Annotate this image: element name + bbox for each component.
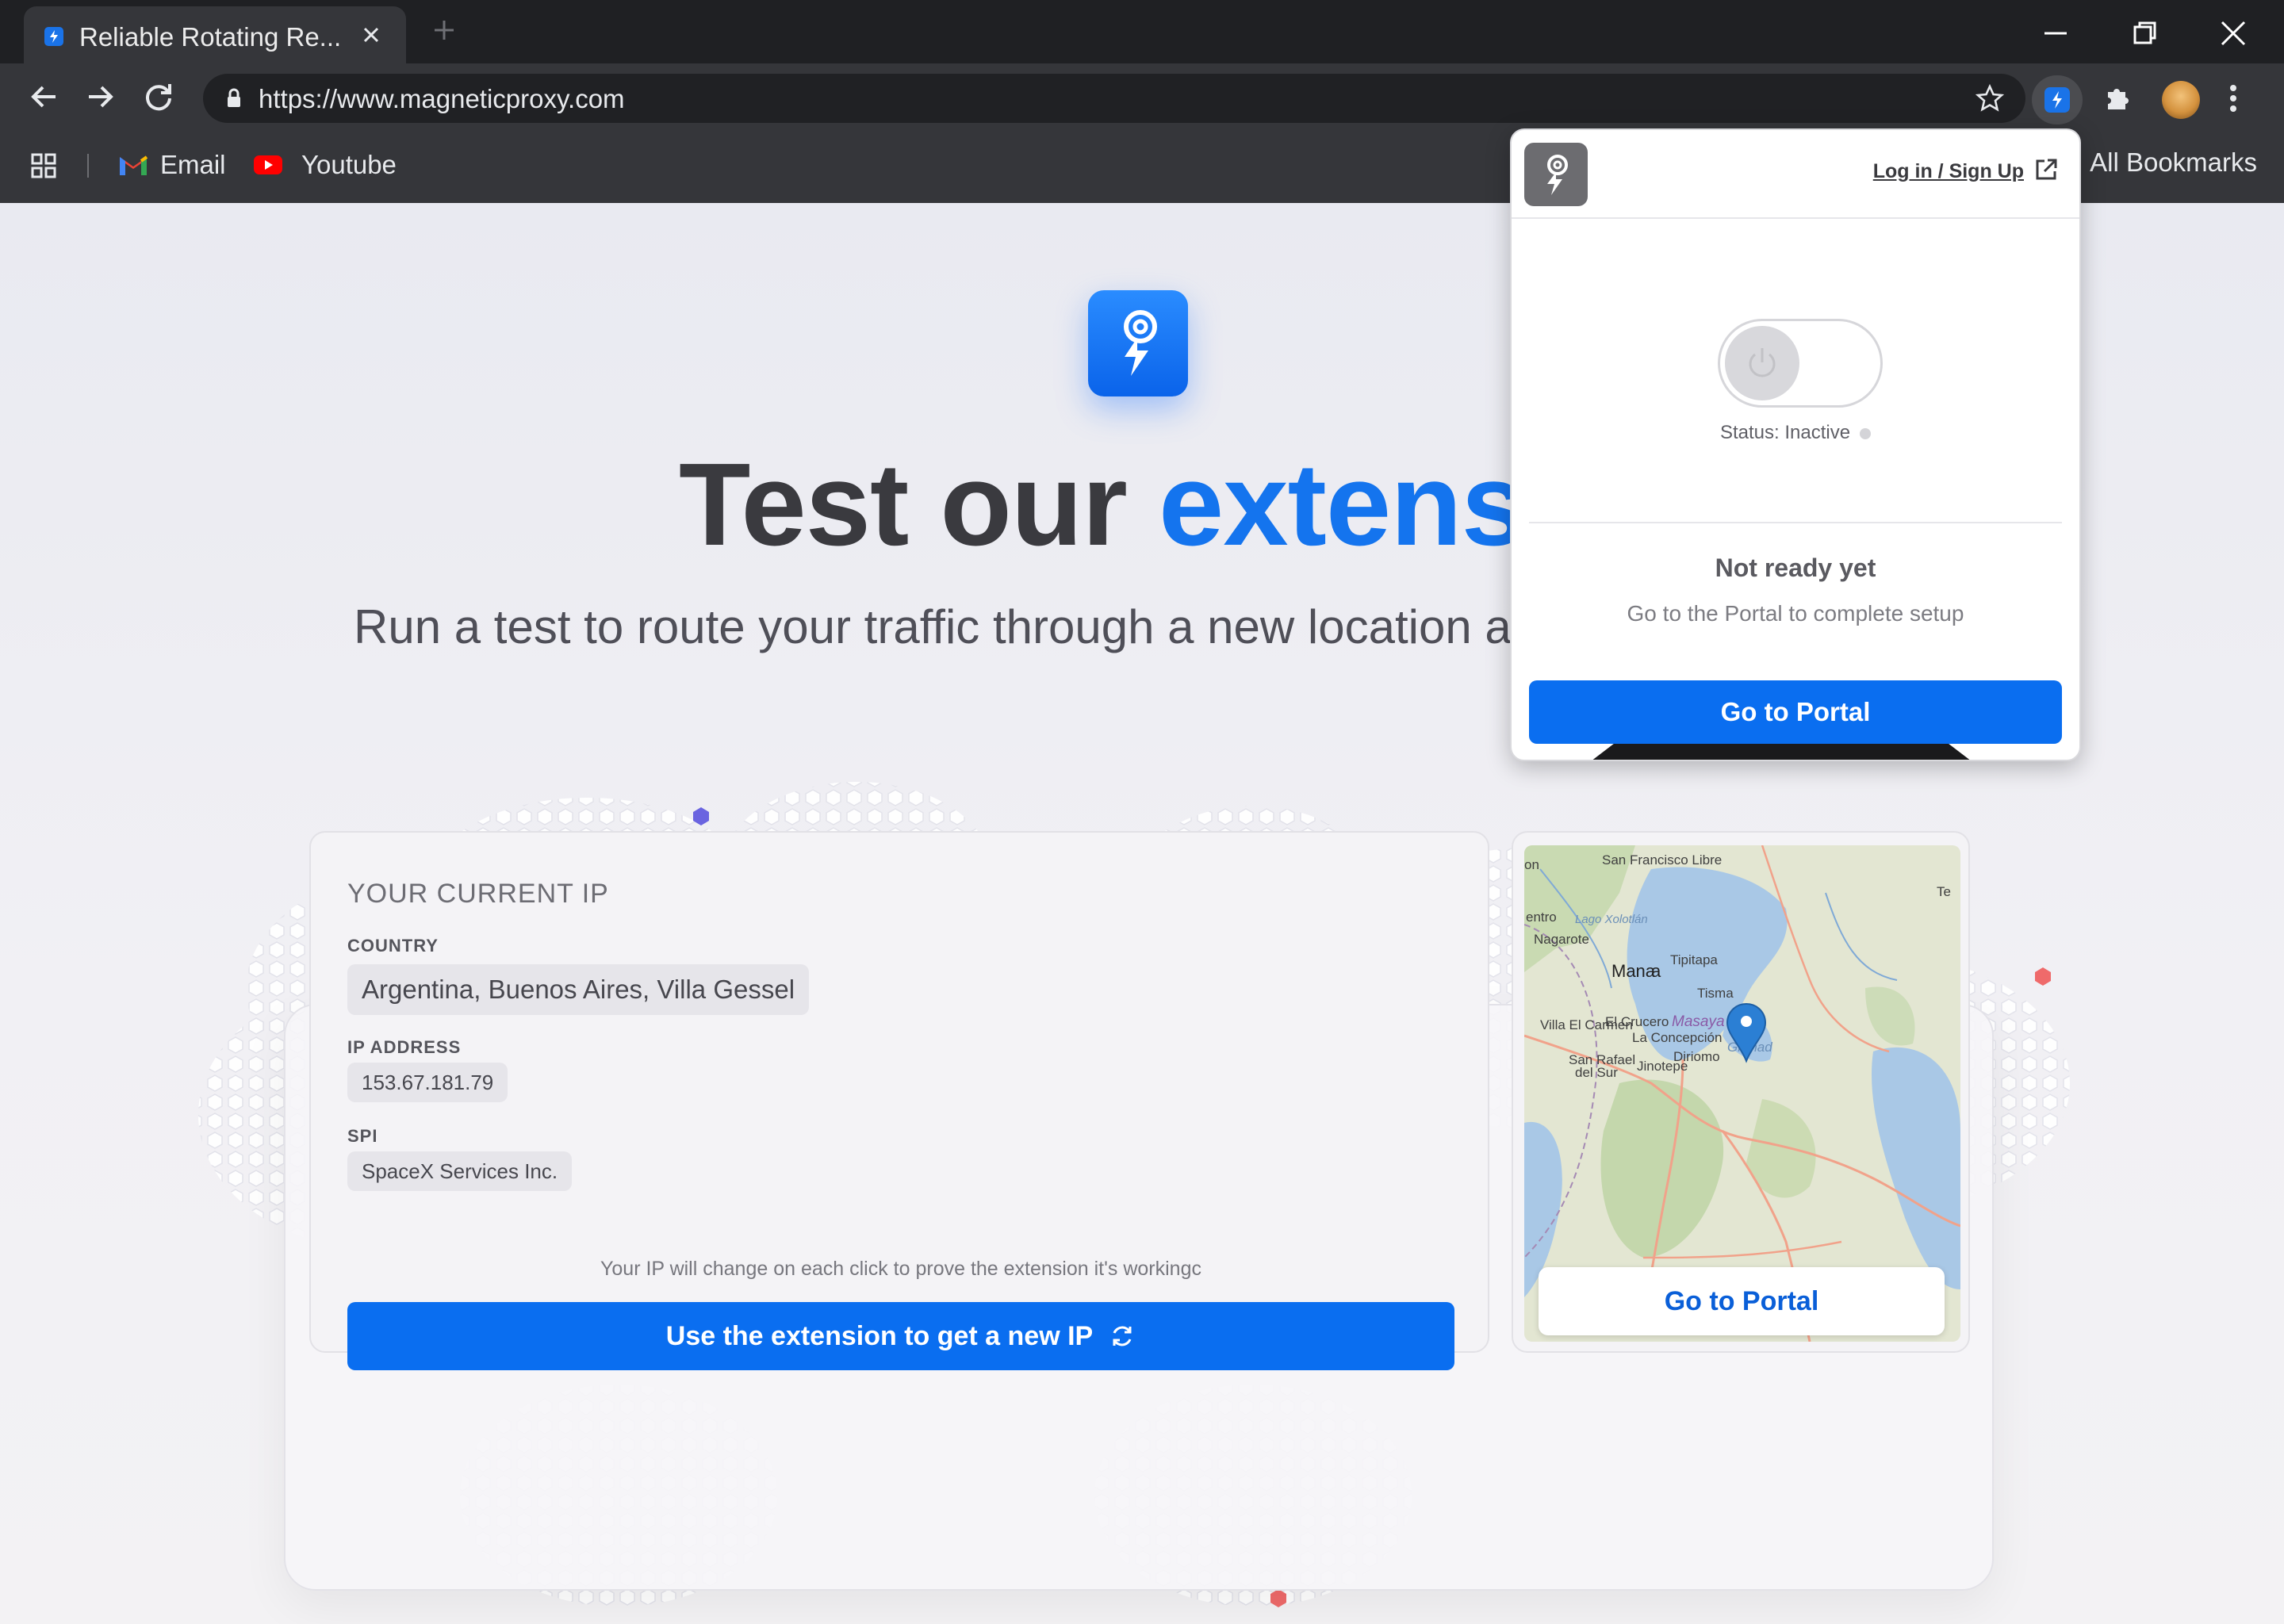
bookmark-youtube-label: Youtube — [301, 150, 397, 179]
toggle-knob — [1725, 326, 1799, 400]
magnetic-proxy-extension-button[interactable] — [2032, 75, 2083, 124]
tab-close-icon[interactable] — [355, 19, 387, 51]
hero-title: Test our extensic — [679, 438, 1623, 573]
bookmark-email-label: Email — [160, 150, 226, 179]
current-ip-card: YOUR CURRENT IP COUNTRY Argentina, Bueno… — [309, 831, 1489, 1370]
go-to-portal-button[interactable]: Go to Portal — [1529, 680, 2062, 744]
reload-icon[interactable] — [141, 79, 176, 114]
proxy-power-toggle[interactable] — [1718, 319, 1883, 408]
map-label: Lago Xolotlán — [1575, 913, 1648, 926]
bookmarks-separator — [87, 154, 89, 178]
map-label: Jinotepe — [1637, 1059, 1688, 1074]
external-link-icon[interactable] — [2033, 157, 2059, 186]
popup-header: Log in / Sign Up — [1512, 130, 2079, 219]
status-indicator: Status: Inactive — [1512, 422, 2079, 444]
power-icon — [1749, 348, 1776, 377]
map-label: Tipitapa — [1670, 952, 1718, 967]
new-tab-icon[interactable] — [428, 14, 460, 46]
hero-title-part1: Test our — [679, 439, 1159, 570]
popup-divider — [1529, 522, 2062, 523]
ip-change-note: Your IP will change on each click to pro… — [600, 1258, 1201, 1280]
restore-icon[interactable] — [2125, 14, 2163, 52]
ip-address-value: 153.67.181.79 — [347, 1063, 508, 1102]
popup-underlay-element — [1591, 744, 1972, 760]
location-map-card: San Francisco Libre Te entro Lago Xolotl… — [1512, 831, 1970, 1353]
map-go-to-portal-button[interactable]: Go to Portal — [1539, 1267, 1945, 1335]
apps-grid-icon[interactable] — [30, 152, 57, 183]
minimize-icon[interactable] — [2037, 14, 2075, 52]
magnetic-proxy-favicon-icon — [44, 27, 63, 46]
lock-icon[interactable] — [225, 88, 243, 113]
spi-label: SPI — [347, 1126, 378, 1146]
refresh-icon — [1113, 1326, 1132, 1346]
profile-avatar[interactable] — [2162, 81, 2200, 119]
forward-arrow-icon[interactable] — [82, 79, 117, 114]
country-value: Argentina, Buenos Aires, Villa Gessel — [347, 964, 810, 1015]
popup-brand-logo — [1524, 143, 1588, 206]
tab-strip: Reliable Rotating Re... — [0, 0, 2284, 63]
browser-menu-icon[interactable] — [2228, 82, 2238, 118]
spi-value: SpaceX Services Inc. — [347, 1151, 573, 1191]
map-label: Te — [1937, 884, 1951, 899]
magnetic-proxy-extension-icon — [2044, 87, 2070, 113]
bookmark-star-icon[interactable] — [1975, 83, 2005, 117]
ip-card-heading: YOUR CURRENT IP — [347, 879, 609, 909]
map-label: Masaya — [1672, 1013, 1725, 1030]
map-label: Mana — [1611, 961, 1656, 981]
magnetic-bolt-icon — [1124, 310, 1157, 376]
bookmark-email[interactable]: Email — [117, 147, 226, 182]
browser-toolbar: https://www.magneticproxy.com — [0, 63, 2284, 127]
close-window-icon[interactable] — [2214, 14, 2252, 52]
login-signup-link[interactable]: Log in / Sign Up — [1873, 160, 2024, 183]
map-label: San Francisco Libre — [1602, 852, 1722, 868]
back-arrow-icon[interactable] — [27, 79, 62, 114]
map-label: on — [1524, 857, 1539, 872]
map-label: entro — [1526, 910, 1557, 925]
map-label: Nagarote — [1534, 932, 1589, 947]
not-ready-title: Not ready yet — [1715, 553, 1876, 582]
map-label: a — [1651, 961, 1661, 981]
map-label: Tisma — [1697, 986, 1734, 1001]
ip-address-label: IP ADDRESS — [347, 1037, 462, 1057]
get-new-ip-button[interactable]: Use the extension to get a new IP — [347, 1302, 1454, 1370]
url-text[interactable]: https://www.magneticproxy.com — [259, 84, 625, 114]
map-label: La Concepción — [1632, 1030, 1722, 1045]
not-ready-subtitle: Go to the Portal to complete setup — [1627, 601, 1964, 626]
tab-title: Reliable Rotating Re... — [79, 22, 342, 52]
map-label: del Sur — [1575, 1065, 1618, 1080]
hero-subtitle: Run a test to route your traffic through… — [354, 600, 1527, 653]
all-bookmarks-link[interactable]: All Bookmarks — [2090, 147, 2257, 178]
country-label: COUNTRY — [347, 936, 439, 956]
gmail-icon — [120, 155, 148, 175]
address-bar[interactable]: https://www.magneticproxy.com — [203, 74, 2025, 123]
status-dot — [1860, 427, 1872, 439]
extensions-puzzle-icon[interactable] — [2102, 82, 2133, 118]
status-text: Status: Inactive — [1719, 422, 1851, 443]
get-new-ip-button-label: Use the extension to get a new IP — [665, 1320, 1094, 1351]
browser-tab[interactable]: Reliable Rotating Re... — [24, 6, 406, 63]
hero-brand-logo — [1088, 290, 1188, 396]
map-label: El Crucero — [1605, 1014, 1669, 1029]
magnetic-bolt-icon — [1547, 155, 1568, 195]
extension-popup: Log in / Sign Up Status: Inactive Not re… — [1510, 128, 2081, 761]
youtube-icon — [254, 155, 282, 174]
bookmark-youtube[interactable]: Youtube — [252, 147, 397, 182]
